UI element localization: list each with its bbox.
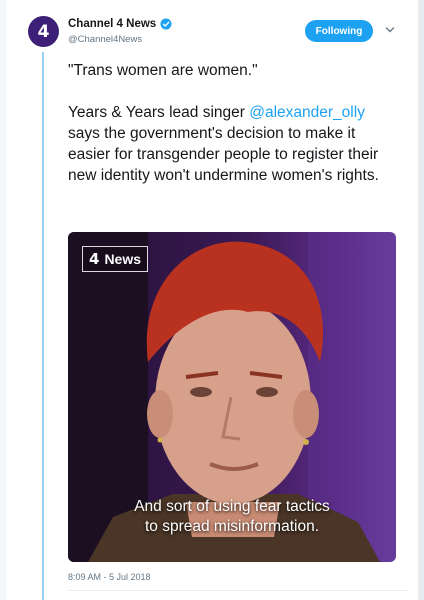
tweet-timestamp[interactable]: 8:09 AM - 5 Jul 2018 [68,572,151,582]
chevron-down-icon[interactable] [385,25,395,35]
thread-line [42,52,44,600]
left-frame-edge [0,0,6,600]
tweet-text: "Trans women are women." Years & Years l… [68,60,398,186]
avatar[interactable]: 4 [28,16,59,47]
author-name-row: Channel 4 News [68,18,172,30]
badge-word: News [104,251,142,267]
channel4-news-badge: 4 News [82,246,149,272]
video-media[interactable]: 4 News And sort of using fear tactics to… [68,232,396,562]
tweet-body-start: Years & Years lead singer [68,104,250,121]
video-subtitle-line1: And sort of using fear tactics [134,498,330,515]
tweet-body-end: says the government's decision to make i… [68,125,379,184]
tweet-quote: "Trans women are women." [68,62,258,79]
divider [68,590,408,591]
right-frame-edge [418,0,424,600]
following-button[interactable]: Following [305,20,373,42]
tweet-body: Years & Years lead singer @alexander_oll… [68,102,398,186]
badge-logo-icon: 4 [89,250,100,268]
video-subtitle-line2: to spread misinformation. [144,518,320,535]
verified-badge-icon [160,18,172,30]
mention-link[interactable]: @alexander_olly [249,104,365,121]
author-handle[interactable]: @Channel4News [68,34,142,45]
channel4-logo-icon: 4 [37,21,50,42]
display-name[interactable]: Channel 4 News [68,18,156,30]
